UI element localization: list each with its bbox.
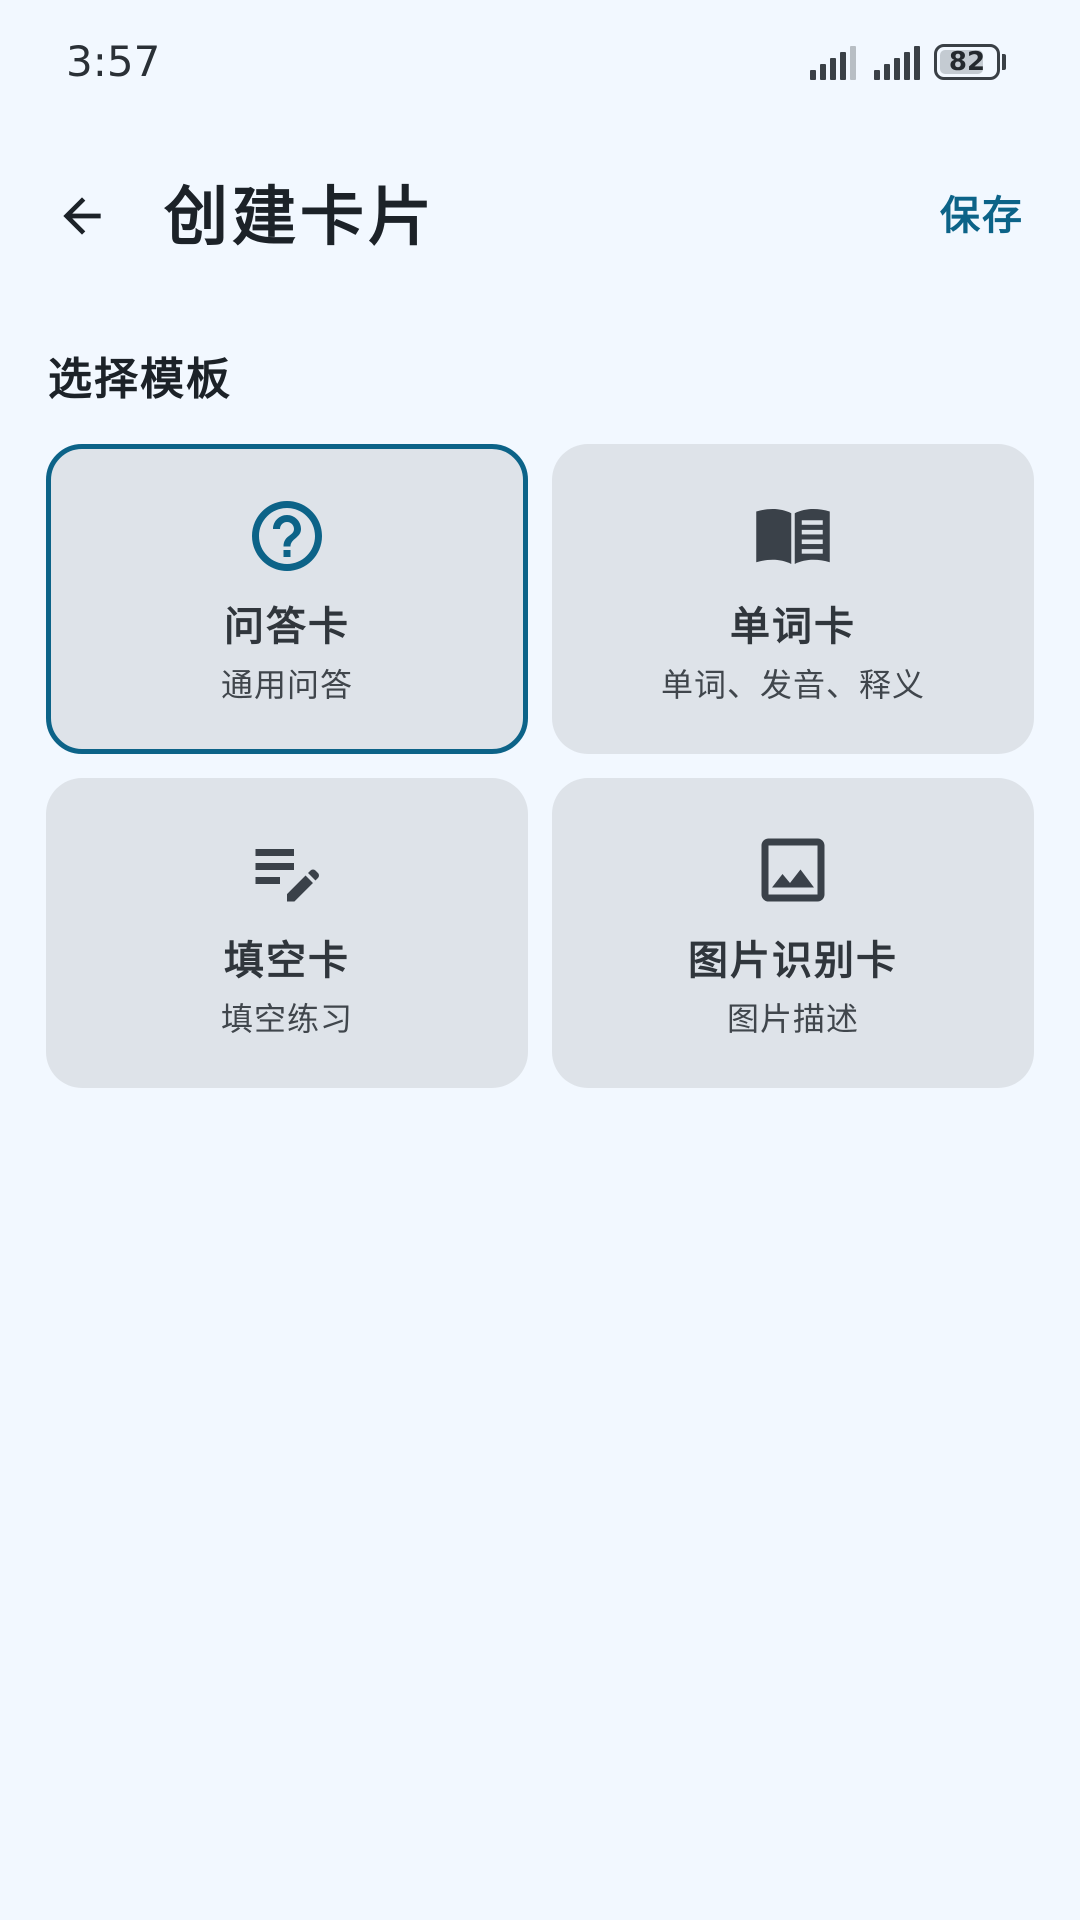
page-title: 创建卡片 xyxy=(164,181,436,255)
template-subtitle: 通用问答 xyxy=(220,666,353,704)
template-card-word[interactable]: 单词卡 单词、发音、释义 xyxy=(552,444,1034,754)
battery-icon: 82 xyxy=(934,44,1000,80)
battery-level-text: 82 xyxy=(948,47,986,77)
template-card-qa[interactable]: 问答卡 通用问答 xyxy=(46,444,528,754)
template-subtitle: 填空练习 xyxy=(220,1000,353,1038)
image-icon xyxy=(751,828,835,912)
template-subtitle: 图片描述 xyxy=(726,1000,859,1038)
status-time: 3:57 xyxy=(66,37,161,86)
open-book-icon xyxy=(751,494,835,578)
template-title: 图片识别卡 xyxy=(688,938,898,984)
template-title: 单词卡 xyxy=(730,604,856,650)
template-subtitle: 单词、发音、释义 xyxy=(660,666,925,704)
edit-note-icon xyxy=(245,828,329,912)
template-grid: 问答卡 通用问答 单词卡 单词、发音、释义 填空卡 填空练习 图片识别卡 图片描… xyxy=(46,444,1034,1090)
template-card-image[interactable]: 图片识别卡 图片描述 xyxy=(552,778,1034,1088)
battery-cap xyxy=(1002,54,1006,70)
template-title: 问答卡 xyxy=(224,604,350,650)
help-circle-icon xyxy=(245,494,329,578)
save-button[interactable]: 保存 xyxy=(940,188,1024,244)
app-bar: 创建卡片 保存 xyxy=(0,140,1080,290)
arrow-back-icon xyxy=(63,197,101,235)
status-bar: 3:57 82 xyxy=(0,0,1080,126)
template-card-cloze[interactable]: 填空卡 填空练习 xyxy=(46,778,528,1088)
back-button[interactable] xyxy=(44,178,120,254)
signal-strength-icon xyxy=(810,44,858,80)
template-title: 填空卡 xyxy=(224,938,350,984)
signal-strength-icon xyxy=(874,44,922,80)
section-title: 选择模板 xyxy=(48,354,232,405)
